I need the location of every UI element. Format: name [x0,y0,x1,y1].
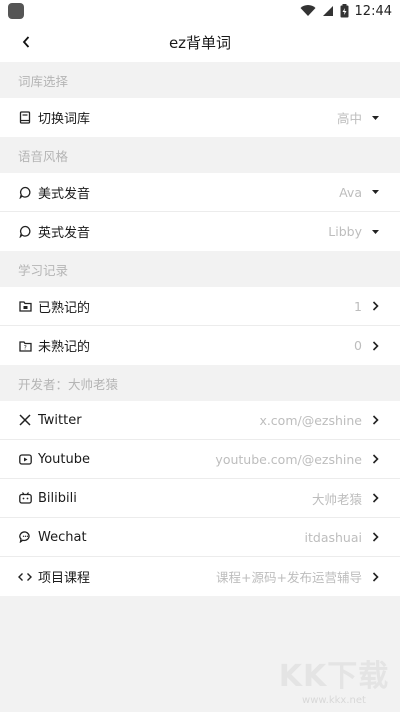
chevron-right-icon [368,299,382,313]
chevron-left-icon [22,36,30,48]
uk-voice-row[interactable]: 英式发音 Libby [0,212,400,251]
course-label: 项目课程 [38,571,91,586]
watermark: KK下载 www.kkx.net [274,650,394,706]
us-voice-label: 美式发音 [38,186,91,202]
watermark-url: www.kkx.net [302,694,366,706]
youtube-row[interactable]: Youtube youtube.com/@ezshine [0,440,400,479]
chat-icon [18,530,32,544]
wechat-label: Wechat [38,529,87,545]
us-voice-row[interactable]: 美式发音 Ava [0,173,400,212]
section-header-developer: 开发者：大帅老猿 [0,365,400,401]
speech-bubble-icon [18,225,32,239]
course-row[interactable]: 项目课程 课程+源码+发布运营辅导 [0,557,400,596]
dropdown-icon [368,225,382,239]
chevron-right-icon [368,339,382,353]
bilibili-label: Bilibili [38,490,77,506]
status-bar: 12:44 [0,0,400,22]
status-time: 12:44 [354,3,392,19]
youtube-icon [18,452,32,466]
signal-icon [322,6,333,16]
known-words-row[interactable]: 已熟记的 1 [0,287,400,326]
unknown-words-label: 未熟记的 [38,340,91,355]
chevron-right-icon [368,413,382,427]
speech-bubble-icon [18,185,32,199]
dropdown-icon [368,111,382,125]
youtube-label: Youtube [38,451,90,467]
twitter-label: Twitter [38,412,82,428]
course-value: 课程+源码+发布运营辅导 [216,570,362,585]
x-twitter-icon [18,413,32,427]
uk-voice-value: Libby [328,224,362,239]
back-button[interactable] [14,30,38,54]
wechat-value: itdashuai [304,529,362,545]
unknown-words-row[interactable]: ? 未熟记的 0 [0,326,400,365]
unknown-words-count: 0 [354,338,362,353]
dropdown-icon [368,185,382,199]
youtube-value: youtube.com/@ezshine [215,451,362,467]
help-folder-icon: ? [18,339,32,353]
chevron-right-icon [368,530,382,544]
switch-library-label: 切换词库 [38,112,91,127]
twitter-value: x.com/@ezshine [259,412,362,428]
chevron-right-icon [368,491,382,505]
known-words-count: 1 [354,298,362,314]
bilibili-icon [18,491,32,505]
chevron-right-icon [368,452,382,466]
svg-text:?: ? [23,344,26,351]
battery-icon [340,4,349,18]
known-words-label: 已熟记的 [38,300,91,316]
folder-icon [18,299,32,313]
bilibili-row[interactable]: Bilibili 大帅老猿 [0,479,400,518]
wechat-row[interactable]: Wechat itdashuai [0,518,400,557]
section-header-record: 学习记录 [0,251,400,287]
section-header-library: 词库选择 [0,62,400,98]
switch-library-row[interactable]: 切换词库 高中 [0,98,400,137]
section-header-voice: 语音风格 [0,137,400,173]
app-bar: ez背单词 [0,22,400,62]
code-icon [18,570,32,584]
switch-library-value: 高中 [336,111,362,126]
uk-voice-label: 英式发音 [38,226,91,241]
chevron-right-icon [368,570,382,584]
bilibili-value: 大帅老猿 [311,491,362,507]
watermark-logo: KK下载 [278,658,390,694]
status-icons: 12:44 [300,4,392,19]
wifi-icon [300,5,316,17]
page-title: ez背单词 [168,33,232,52]
book-icon [18,111,32,125]
us-voice-value: Ava [339,184,362,200]
app-notification-icon [8,3,24,19]
twitter-row[interactable]: Twitter x.com/@ezshine [0,401,400,440]
